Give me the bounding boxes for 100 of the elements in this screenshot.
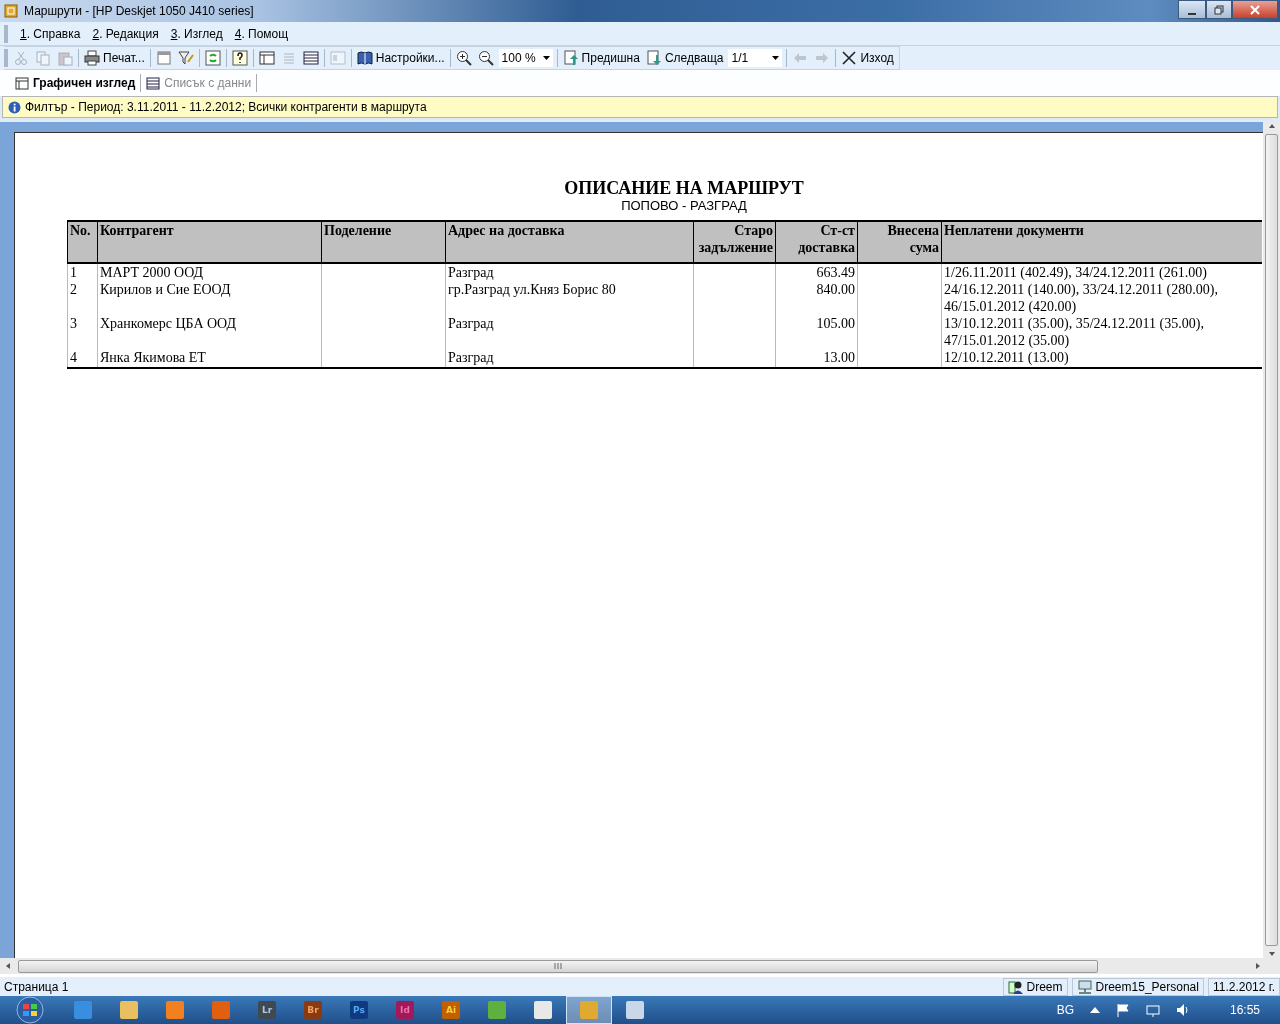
taskbar-app[interactable]: Lr — [244, 996, 290, 1024]
user-icon — [1007, 978, 1024, 995]
app-icon — [212, 1001, 230, 1019]
table-cell: 4 — [67, 349, 98, 368]
help-icon — [231, 50, 248, 66]
list-icon — [146, 76, 161, 90]
taskbar-app[interactable]: Br — [290, 996, 336, 1024]
column-header: No. — [67, 221, 98, 263]
dropdown-field[interactable]: 100 % — [498, 49, 553, 67]
status-text: Страница 1 — [4, 978, 69, 996]
refresh-icon — [204, 50, 221, 66]
toolbar-button[interactable]: Предишна — [561, 48, 641, 68]
status-panel: 11.2.2012 г. — [1207, 977, 1280, 996]
table-cell: гр.Разград ул.Княз Борис 80 — [445, 281, 694, 315]
horizontal-scrollbar[interactable] — [0, 958, 1280, 974]
status-panel: Dreem15_Personal — [1071, 977, 1204, 996]
app-icon — [580, 1001, 598, 1019]
table-cell: 1/26.11.2011 (402.49), 34/24.12.2011 (261.00) — [941, 263, 1262, 281]
vertical-scrollbar[interactable] — [1263, 122, 1280, 958]
taskbar-app[interactable]: Ps — [336, 996, 382, 1024]
menu-item[interactable]: 1. Справка — [18, 24, 81, 43]
toolbar-button[interactable]: Следваща — [644, 48, 725, 68]
restore-icon — [1214, 4, 1224, 15]
window-title: Маршрути - [HP Deskjet 1050 J410 series] — [24, 3, 254, 20]
table-cell: 1 — [67, 263, 98, 281]
minimize-button[interactable] — [1178, 0, 1206, 19]
copy-icon — [35, 50, 51, 66]
toolbar-button[interactable] — [476, 48, 495, 68]
right-arrow-icon — [1254, 962, 1262, 970]
clock-text[interactable]: 16:55 — [1229, 1001, 1260, 1019]
table-cell: 12/10.12.2011 (13.00) — [941, 349, 1262, 368]
right-arrow-icon — [814, 50, 831, 66]
tab[interactable]: Графичен изглед — [10, 74, 142, 92]
app-icon — [534, 1001, 552, 1019]
down-arrow-icon — [1267, 950, 1276, 958]
menu-item[interactable]: 2. Редакция — [90, 24, 159, 43]
app-icon — [166, 1001, 184, 1019]
flag-icon[interactable] — [1115, 1003, 1130, 1017]
dropdown-field[interactable]: 1/1 — [728, 49, 783, 67]
app-icon — [74, 1001, 92, 1019]
app-logo: Ai — [442, 1001, 460, 1019]
table-cell: Разград — [445, 315, 694, 349]
language-indicator[interactable]: BG — [1056, 1001, 1074, 1019]
layout-icon — [329, 50, 346, 66]
scissors-icon — [13, 50, 29, 66]
column-header: Адрес на доставка — [445, 221, 694, 263]
app-logo: Br — [304, 1001, 322, 1019]
toolbar-button[interactable] — [454, 48, 473, 68]
column-header: Старо задължение — [693, 221, 776, 263]
book-icon — [356, 50, 373, 66]
page-up-icon — [562, 50, 579, 66]
column-header: Ст-ст доставка — [775, 221, 858, 263]
app-logo: Lr — [258, 1001, 276, 1019]
table-cell: 105.00 — [775, 315, 858, 349]
close-button[interactable] — [1232, 0, 1278, 19]
table-cell: МАРТ 2000 ООД — [97, 263, 322, 281]
toolbar-button[interactable] — [301, 48, 320, 68]
up-arrow-icon — [1267, 122, 1276, 130]
page-view-icon — [15, 76, 29, 90]
caret-icon — [772, 56, 780, 60]
tab[interactable]: Списък с данни — [141, 74, 258, 92]
toolbar-button[interactable]: Настройки... — [355, 48, 446, 68]
table-cell: 24/16.12.2011 (140.00), 33/24.12.2011 (280.00), 46/15.01.2012 (420.00) — [941, 281, 1262, 315]
page-down-icon — [645, 50, 662, 66]
table-cell: 13/10.12.2011 (35.00), 35/24.12.2011 (35.00), 47/15.01.2012 (35.00) — [941, 315, 1262, 349]
zoom-out-icon — [477, 50, 494, 66]
window-icon — [155, 50, 172, 66]
table-cell: Хранкомерс ЦБА ООД — [97, 315, 322, 349]
column-header: Поделение — [321, 221, 446, 263]
table-cell: Разград — [445, 263, 694, 281]
app-icon — [4, 4, 18, 18]
toolbar-button[interactable] — [230, 48, 249, 68]
toolbar-button[interactable]: Изход — [840, 48, 895, 68]
app-icon — [120, 1001, 138, 1019]
app-logo: Id — [396, 1001, 414, 1019]
toolbar-button[interactable] — [257, 48, 276, 68]
menu-item[interactable]: 4. Помощ — [232, 24, 289, 43]
info-icon — [8, 100, 21, 114]
printer-icon — [84, 50, 100, 66]
toolbar-button[interactable]: Печат... — [83, 48, 146, 68]
page-view-icon — [258, 50, 275, 66]
filter-text: Филтър - Период: 3.11.2011 - 11.2.2012; Всички контрагенти в маршрута — [25, 99, 427, 116]
table-cell: Разград — [445, 349, 694, 368]
column-header: Контрагент — [97, 221, 322, 263]
column-header: Внесена сума — [857, 221, 942, 263]
network-icon[interactable] — [1145, 1003, 1160, 1017]
grip-icon — [554, 963, 562, 969]
speaker-icon[interactable] — [1175, 1003, 1190, 1017]
list-icon — [302, 50, 319, 66]
app-icon — [626, 1001, 644, 1019]
column-header: Неплатени документи — [941, 221, 1262, 263]
menu-item[interactable]: 3. Изглед — [168, 24, 223, 43]
restore-button[interactable] — [1206, 0, 1232, 19]
table-cell: 663.49 — [775, 263, 858, 281]
up-arrow-icon[interactable] — [1089, 1007, 1100, 1013]
app-logo: Ps — [350, 1001, 368, 1019]
close-icon — [841, 50, 858, 66]
app-icon — [488, 1001, 506, 1019]
table-cell: Кирилов и Сие ЕООД — [97, 281, 322, 315]
minimize-icon — [1188, 12, 1196, 15]
